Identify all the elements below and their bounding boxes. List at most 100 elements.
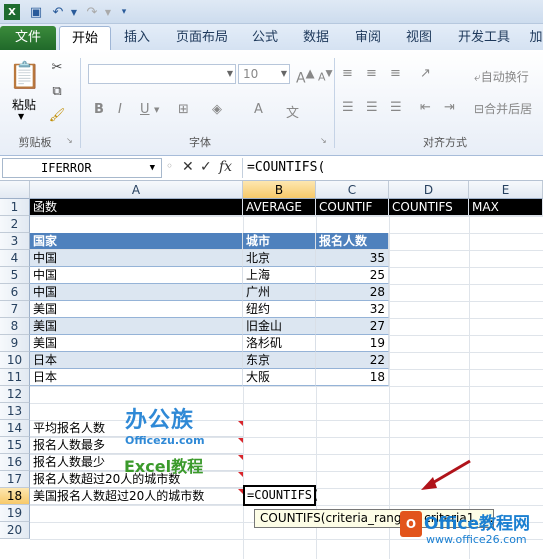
font-size-combo[interactable]: 10 ▼	[238, 64, 290, 84]
table-cell[interactable]: 日本	[30, 352, 243, 369]
phonetic-icon[interactable]: 文	[286, 102, 299, 121]
row-header[interactable]: 16	[0, 454, 30, 471]
tab-formulas[interactable]: 公式	[246, 26, 284, 50]
align-bottom-icon[interactable]: ≡	[390, 66, 401, 81]
customize-qat-icon[interactable]: ▾	[116, 4, 132, 20]
cell-b3[interactable]: 城市	[243, 233, 316, 250]
cell-c1[interactable]: COUNTIF	[316, 199, 389, 216]
tab-addins[interactable]: 加	[526, 26, 543, 50]
orientation-icon[interactable]: ↗	[420, 66, 431, 81]
shrink-font-icon[interactable]: A▼	[318, 68, 333, 84]
font-name-combo[interactable]: ▼	[88, 64, 236, 84]
formula-input[interactable]: =COUNTIFS(	[242, 158, 541, 178]
row-header[interactable]: 9	[0, 335, 30, 352]
row-header[interactable]: 8	[0, 318, 30, 335]
increase-indent-icon[interactable]: ⇥	[444, 100, 455, 115]
border-icon[interactable]: ⊞	[178, 102, 189, 117]
table-cell[interactable]: 27	[316, 318, 389, 335]
cell-d1[interactable]: COUNTIFS	[389, 199, 469, 216]
table-cell[interactable]: 中国	[30, 284, 243, 301]
cell-a1[interactable]: 函数	[30, 199, 243, 216]
resize-handle-icon[interactable]: ◦	[166, 159, 173, 173]
table-cell[interactable]: 中国	[30, 267, 243, 284]
cancel-icon[interactable]: ✕	[182, 159, 194, 175]
row-header[interactable]: 20	[0, 522, 30, 539]
insert-function-icon[interactable]: fx	[219, 159, 232, 175]
decrease-indent-icon[interactable]: ⇤	[420, 100, 431, 115]
cell-a3[interactable]: 国家	[30, 233, 243, 250]
table-cell[interactable]: 18	[316, 369, 389, 386]
row-header[interactable]: 4	[0, 250, 30, 267]
clipboard-launcher-icon[interactable]: ↘	[66, 136, 73, 145]
name-box[interactable]: IFERROR ▼	[2, 158, 162, 178]
table-cell[interactable]: 东京	[243, 352, 316, 369]
cell-c3[interactable]: 报名人数	[316, 233, 389, 250]
row-header[interactable]: 11	[0, 369, 30, 386]
format-painter-icon[interactable]: 🖌	[48, 106, 66, 124]
row-header[interactable]: 3	[0, 233, 30, 250]
tab-insert[interactable]: 插入	[118, 26, 156, 50]
row-header[interactable]: 13	[0, 403, 30, 420]
table-cell[interactable]: 日本	[30, 369, 243, 386]
align-right-icon[interactable]: ☰	[390, 100, 402, 115]
font-color-icon[interactable]: A	[254, 102, 263, 117]
table-cell[interactable]: 25	[316, 267, 389, 284]
column-header-b[interactable]: B	[243, 181, 316, 199]
redo-icon[interactable]: ↷	[84, 4, 100, 20]
row-header[interactable]: 6	[0, 284, 30, 301]
cell-a18[interactable]: 美国报名人数超过20人的城市数	[30, 488, 243, 505]
paste-dropdown-icon[interactable]: ▼	[18, 112, 24, 121]
active-cell-b18[interactable]: =COUNTIFS(	[243, 485, 319, 506]
paste-icon[interactable]: 📋	[9, 58, 41, 94]
row-header[interactable]: 15	[0, 437, 30, 454]
cell-e1[interactable]: MAX	[469, 199, 543, 216]
align-center-icon[interactable]: ☰	[366, 100, 378, 115]
align-left-icon[interactable]: ☰	[342, 100, 354, 115]
wrap-text-button[interactable]: ⤶自动换行	[474, 68, 529, 85]
enter-icon[interactable]: ✓	[200, 159, 212, 175]
row-header[interactable]: 19	[0, 505, 30, 522]
underline-dropdown-icon[interactable]: ▼	[154, 106, 159, 114]
row-header[interactable]: 10	[0, 352, 30, 369]
underline-button[interactable]: U	[140, 102, 150, 117]
table-cell[interactable]: 大阪	[243, 369, 316, 386]
row-header[interactable]: 18	[0, 488, 30, 505]
align-top-icon[interactable]: ≡	[342, 66, 353, 81]
table-cell[interactable]: 28	[316, 284, 389, 301]
font-launcher-icon[interactable]: ↘	[320, 136, 327, 145]
column-header-d[interactable]: D	[389, 181, 469, 199]
cut-icon[interactable]: ✂	[48, 58, 66, 76]
table-cell[interactable]: 美国	[30, 318, 243, 335]
table-cell[interactable]: 北京	[243, 250, 316, 267]
tab-review[interactable]: 审阅	[349, 26, 387, 50]
table-cell[interactable]: 35	[316, 250, 389, 267]
save-icon[interactable]: ▣	[28, 4, 44, 20]
cell-b1[interactable]: AVERAGE	[243, 199, 316, 216]
table-cell[interactable]: 洛杉矶	[243, 335, 316, 352]
column-header-e[interactable]: E	[469, 181, 543, 199]
comment-indicator-icon[interactable]	[238, 438, 243, 443]
column-header-c[interactable]: C	[316, 181, 389, 199]
table-cell[interactable]: 美国	[30, 335, 243, 352]
redo-dropdown-icon[interactable]: ▼	[100, 4, 116, 20]
tab-data[interactable]: 数据	[297, 26, 335, 50]
tab-developer[interactable]: 开发工具	[452, 26, 516, 50]
row-header[interactable]: 5	[0, 267, 30, 284]
italic-button[interactable]: I	[118, 102, 122, 117]
undo-icon[interactable]: ↶	[50, 4, 66, 20]
row-header[interactable]: 17	[0, 471, 30, 488]
tab-file[interactable]: 文件	[0, 26, 56, 50]
row-header[interactable]: 12	[0, 386, 30, 403]
comment-indicator-icon[interactable]	[238, 455, 243, 460]
tab-home[interactable]: 开始	[59, 26, 111, 50]
row-header[interactable]: 14	[0, 420, 30, 437]
comment-indicator-icon[interactable]	[238, 472, 243, 477]
table-cell[interactable]: 美国	[30, 301, 243, 318]
table-cell[interactable]: 广州	[243, 284, 316, 301]
table-cell[interactable]: 32	[316, 301, 389, 318]
table-cell[interactable]: 上海	[243, 267, 316, 284]
merge-center-button[interactable]: ⊟合并后居	[474, 100, 532, 117]
row-header[interactable]: 1	[0, 199, 30, 216]
row-header[interactable]: 2	[0, 216, 30, 233]
table-cell[interactable]: 22	[316, 352, 389, 369]
